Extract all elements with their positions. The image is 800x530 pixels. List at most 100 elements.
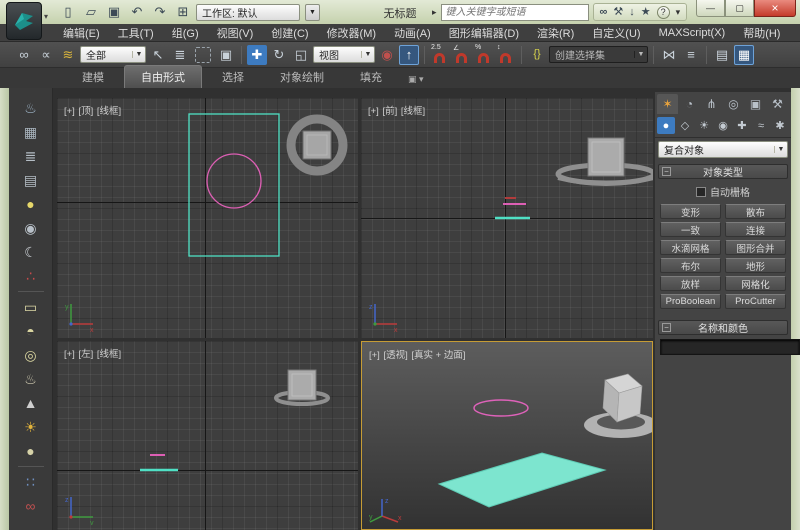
particles-icon[interactable]: ∴: [18, 264, 44, 288]
button-procutter[interactable]: ProCutter: [725, 294, 786, 309]
tab-motion-icon[interactable]: ◎: [723, 94, 744, 114]
ribbon-tab-modeling[interactable]: 建模: [66, 66, 120, 88]
open-file-button[interactable]: ▱: [81, 3, 101, 21]
percent-snap-icon[interactable]: %: [474, 44, 494, 65]
viewport-menu-plus[interactable]: [+]: [64, 349, 75, 360]
button-blobmesh[interactable]: 水滴网格: [660, 240, 721, 255]
snaps-toggle-icon[interactable]: 2.5: [430, 44, 450, 65]
button-connect[interactable]: 连接: [725, 222, 786, 237]
select-and-rotate-icon[interactable]: ↻: [269, 45, 289, 65]
button-conform[interactable]: 一致: [660, 222, 721, 237]
unlink-selection-icon[interactable]: ∝: [36, 45, 56, 65]
viewport-menu-view[interactable]: [左]: [78, 349, 93, 360]
save-file-button[interactable]: ▣: [104, 3, 124, 21]
menu-customize[interactable]: 自定义(U): [583, 23, 649, 43]
ribbon-tab-selection[interactable]: 选择: [206, 66, 260, 88]
rollout-name-color-header[interactable]: − 名称和颜色: [658, 320, 788, 335]
viewport-menu-shading[interactable]: [线框]: [401, 106, 425, 117]
dome-primitive-icon[interactable]: ◓: [18, 319, 44, 343]
select-object-icon[interactable]: ↖: [148, 45, 168, 65]
select-and-link-icon[interactable]: ∞: [14, 45, 34, 65]
viewport-left[interactable]: [+] [左] [线框] y z: [57, 341, 358, 530]
category-geometry-icon[interactable]: ●: [657, 117, 675, 134]
workspace-dropdown[interactable]: 工作区: 默认: [196, 3, 300, 21]
communication-center-icon[interactable]: ↓: [629, 6, 635, 18]
app-menu-arrow-icon[interactable]: ▾: [44, 12, 48, 21]
button-loft[interactable]: 放样: [660, 276, 721, 291]
scene-circle-object[interactable]: [206, 153, 262, 209]
use-pivot-point-icon[interactable]: ◉: [377, 45, 397, 65]
help-icon[interactable]: ?: [656, 5, 670, 19]
menu-animation[interactable]: 动画(A): [385, 23, 440, 43]
button-scatter[interactable]: 散布: [725, 204, 786, 219]
ribbon-options-arrow-icon[interactable]: ▣ ▾: [402, 71, 430, 88]
rollout-object-type-header[interactable]: − 对象类型: [658, 164, 788, 179]
help-arrow-icon[interactable]: ▾: [676, 7, 681, 18]
project-fetch-button[interactable]: ⊞: [173, 3, 193, 21]
mirror-icon[interactable]: ⋈: [659, 45, 679, 65]
reference-coordinate-dropdown[interactable]: 视图 ▼: [313, 46, 375, 63]
viewport-perspective[interactable]: [+] [透视] [真实 + 边面] x y z: [361, 341, 653, 530]
category-lights-icon[interactable]: ☀: [695, 117, 713, 134]
ribbon-tab-object-paint[interactable]: 对象绘制: [264, 66, 340, 88]
environment-icon[interactable]: ☾: [18, 240, 44, 264]
layer-manager-icon[interactable]: ▤: [712, 45, 732, 65]
ribbon-tab-populate[interactable]: 填充: [344, 66, 398, 88]
select-and-manipulate-icon[interactable]: ↑: [399, 44, 419, 65]
graphite-ribbon-toggle-icon[interactable]: ▦: [734, 44, 754, 65]
favorites-icon[interactable]: ★: [641, 6, 651, 18]
menu-create[interactable]: 创建(C): [262, 23, 317, 43]
minimize-button[interactable]: —: [696, 0, 725, 17]
named-selection-sets-dropdown[interactable]: 创建选择集 ▼: [549, 46, 648, 63]
menu-tools[interactable]: 工具(T): [109, 23, 163, 43]
select-and-move-icon[interactable]: ✚: [247, 44, 267, 65]
category-shapes-icon[interactable]: ◇: [676, 117, 694, 134]
category-systems-icon[interactable]: ✱: [771, 117, 789, 134]
scene-box-object[interactable]: [587, 137, 625, 177]
menu-modifiers[interactable]: 修改器(M): [318, 23, 386, 43]
scatter-grid-icon[interactable]: ∷: [18, 470, 44, 494]
button-boolean[interactable]: 布尔: [660, 258, 721, 273]
tab-create-icon[interactable]: ✶: [657, 94, 678, 114]
ribbon-tab-freeform[interactable]: 自由形式: [124, 65, 202, 88]
select-by-name-icon[interactable]: ≣: [170, 45, 190, 65]
close-button[interactable]: ×: [754, 0, 796, 17]
rectangular-selection-region-icon[interactable]: [195, 46, 211, 63]
menu-edit[interactable]: 编辑(E): [54, 23, 109, 43]
maximize-button[interactable]: ▢: [725, 0, 754, 17]
edit-named-selection-sets-icon[interactable]: {}: [527, 45, 547, 65]
viewport-menu-plus[interactable]: [+]: [64, 106, 75, 117]
render-setup-icon[interactable]: ≣: [18, 144, 44, 168]
tab-modify-icon[interactable]: ◔: [679, 94, 700, 114]
menu-views[interactable]: 视图(V): [208, 23, 263, 43]
sun-light-icon[interactable]: ☀: [18, 415, 44, 439]
scene-plane-object[interactable]: [188, 113, 280, 257]
select-and-scale-icon[interactable]: ◱: [291, 45, 311, 65]
camera-icon[interactable]: ◉: [18, 216, 44, 240]
align-icon[interactable]: ≡: [681, 45, 701, 65]
bones-icon[interactable]: ∞: [18, 494, 44, 518]
new-file-button[interactable]: ▯: [58, 3, 78, 21]
cone-primitive-icon[interactable]: ▲: [18, 391, 44, 415]
workspace-arrow-button[interactable]: ▼: [305, 3, 320, 21]
search-go-icon[interactable]: ▸: [432, 7, 437, 18]
viewport-front[interactable]: [+] [前] [线框] x z: [361, 98, 653, 338]
angle-snap-icon[interactable]: ∠: [452, 45, 472, 65]
redo-button[interactable]: ↷: [150, 3, 170, 21]
light-bulb-icon[interactable]: ●: [18, 192, 44, 216]
selection-filter-dropdown[interactable]: 全部 ▼: [80, 46, 146, 63]
window-crossing-icon[interactable]: ▣: [216, 45, 236, 65]
viewport-menu-shading[interactable]: [真实 + 边面]: [411, 350, 465, 361]
viewport-menu-view[interactable]: [顶]: [78, 106, 93, 117]
menu-rendering[interactable]: 渲染(R): [528, 23, 583, 43]
search-icon[interactable]: ∞: [600, 6, 608, 18]
category-cameras-icon[interactable]: ◉: [714, 117, 732, 134]
menu-group[interactable]: 组(G): [163, 23, 208, 43]
render-teapot-icon[interactable]: ♨: [18, 96, 44, 120]
geometry-category-dropdown[interactable]: 复合对象 ▼: [658, 141, 788, 158]
viewport-menu-view[interactable]: [透视]: [383, 350, 407, 361]
viewport-top[interactable]: [+] [顶] [线框] x y: [57, 98, 358, 338]
teapot-primitive-icon[interactable]: ♨: [18, 367, 44, 391]
plane-primitive-icon[interactable]: ▭: [18, 295, 44, 319]
viewport-menu-shading[interactable]: [线框]: [97, 349, 121, 360]
